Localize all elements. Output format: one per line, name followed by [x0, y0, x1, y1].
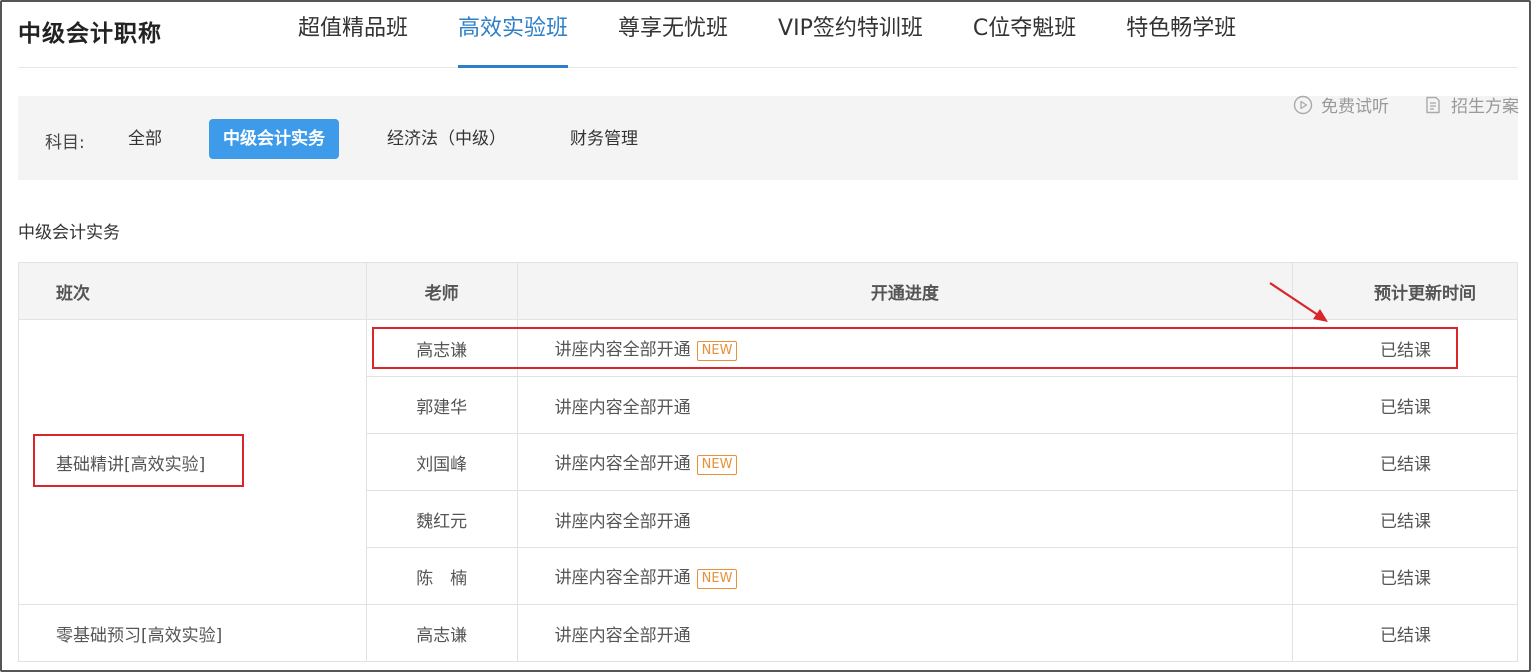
play-circle-icon [1293, 95, 1313, 114]
highlight-box-first-row [372, 327, 1458, 369]
tab-cwei-duokui[interactable]: C位夺魁班 [973, 0, 1076, 68]
progress-cell: 讲座内容全部开通 [516, 490, 1294, 548]
teacher-cell: 刘国峰 [365, 433, 518, 491]
progress-text: 讲座内容全部开通 [554, 568, 691, 588]
subject-filter-label: 科目: [45, 133, 85, 153]
update-time-cell: 已结课 [1292, 490, 1518, 548]
progress-text: 讲座内容全部开通 [554, 454, 691, 474]
teacher-cell: 魏红元 [365, 490, 518, 548]
table-row: 零基础预习[高效实验] 高志谦 讲座内容全部开通 已结课 [18, 604, 1518, 662]
progress-text: 讲座内容全部开通 [554, 397, 691, 418]
free-trial-label: 免费试听 [1321, 97, 1389, 117]
progress-cell: 讲座内容全部开通 [516, 604, 1294, 662]
top-tools: 免费试听 招生方案 [1259, 92, 1519, 117]
column-header-progress: 开通进度 [516, 262, 1294, 320]
tab-gaoxiao-shiyan[interactable]: 高效实验班 [458, 0, 569, 68]
free-trial-button[interactable]: 免费试听 [1293, 92, 1389, 117]
subject-chip-economic-law[interactable]: 经济法（中级） [387, 119, 506, 159]
document-icon [1426, 96, 1440, 113]
progress-text: 讲座内容全部开通 [554, 625, 691, 646]
class-type-tabs: 超值精品班 高效实验班 尊享无忧班 VIP签约特训班 C位夺魁班 特色畅学班 [298, 0, 1286, 68]
update-time-cell: 已结课 [1292, 604, 1518, 662]
subject-chip-all[interactable]: 全部 [128, 119, 162, 159]
subject-chip-financial-management[interactable]: 财务管理 [570, 119, 638, 159]
section-title: 中级会计实务 [18, 223, 120, 243]
teacher-cell: 高志谦 [365, 604, 518, 662]
tab-tese-changxue[interactable]: 特色畅学班 [1126, 0, 1236, 68]
progress-text: 讲座内容全部开通 [554, 511, 691, 532]
enrollment-plan-button[interactable]: 招生方案 [1423, 92, 1519, 117]
teacher-cell: 陈 楠 [365, 547, 518, 605]
highlight-box-class-name [33, 434, 244, 487]
progress-cell: 讲座内容全部开通 NEW [516, 433, 1294, 491]
tab-chaozhi-jingpin[interactable]: 超值精品班 [298, 0, 408, 68]
teacher-cell: 郭建华 [365, 376, 518, 434]
top-navigation: 中级会计职称 超值精品班 高效实验班 尊享无忧班 VIP签约特训班 C位夺魁班 … [18, 0, 1518, 68]
enrollment-plan-label: 招生方案 [1451, 97, 1519, 117]
update-time-cell: 已结课 [1292, 433, 1518, 491]
subject-chip-intermediate-accounting[interactable]: 中级会计实务 [209, 119, 339, 159]
annotation-arrow-icon [1269, 282, 1328, 322]
update-time-cell: 已结课 [1292, 547, 1518, 605]
progress-cell: 讲座内容全部开通 NEW [516, 547, 1294, 605]
page-title: 中级会计职称 [18, 21, 162, 47]
class-name-cell: 零基础预习[高效实验] [18, 604, 367, 662]
tab-vip-qianyue[interactable]: VIP签约特训班 [778, 0, 923, 68]
new-badge: NEW [696, 569, 738, 589]
column-header-teacher: 老师 [365, 262, 518, 320]
column-header-class: 班次 [18, 262, 367, 320]
progress-cell: 讲座内容全部开通 [516, 376, 1294, 434]
tab-zunxiang-wuyou[interactable]: 尊享无忧班 [618, 0, 728, 68]
update-time-cell: 已结课 [1292, 376, 1518, 434]
new-badge: NEW [696, 455, 738, 475]
